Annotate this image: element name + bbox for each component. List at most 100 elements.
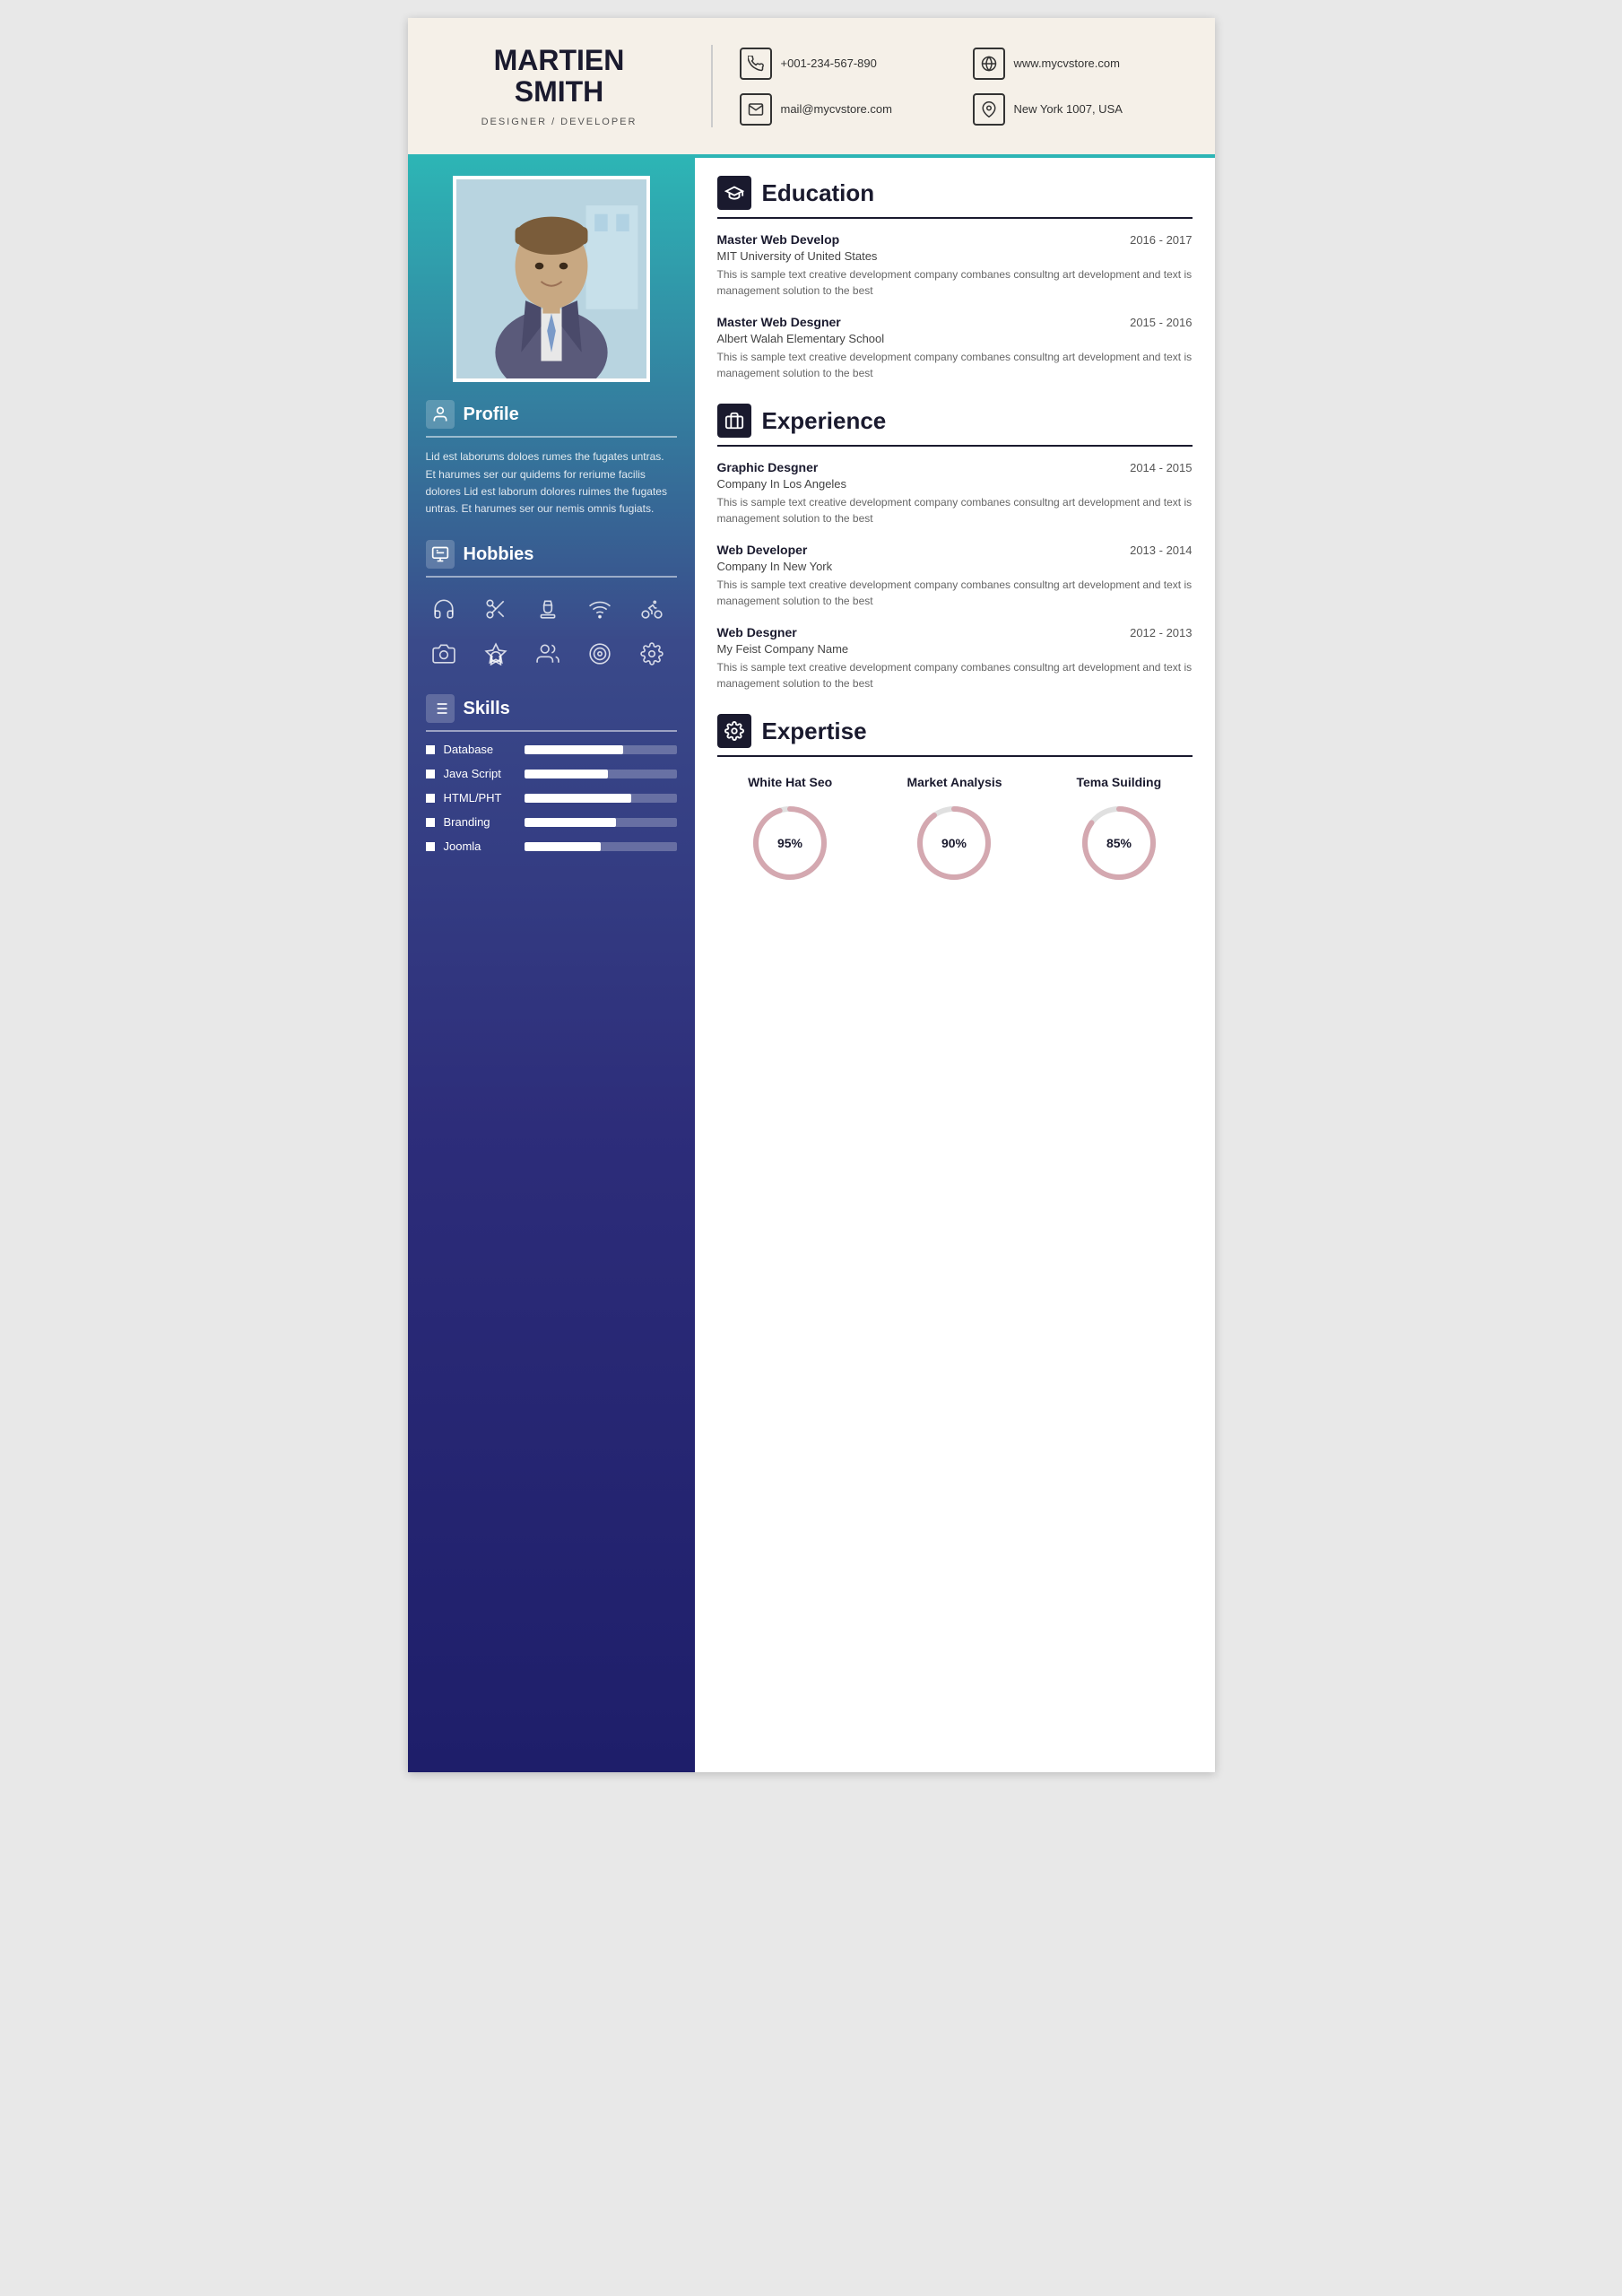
entry-desc: This is sample text creative development… [717, 577, 1193, 609]
skill-bar-fill [525, 770, 609, 778]
expertise-grid: White Hat Seo 95% Market Analysis 90% Te… [717, 775, 1193, 883]
profile-photo [453, 176, 650, 382]
expertise-label: White Hat Seo [717, 775, 863, 789]
skill-bar-fill [525, 794, 631, 803]
entry-subtitle: My Feist Company Name [717, 642, 1193, 656]
entry-desc: This is sample text creative development… [717, 494, 1193, 526]
expertise-item: Tema Suilding 85% [1045, 775, 1192, 883]
candidate-name: MARTIEN SMITH [426, 45, 693, 108]
skills-section-header: Skills [426, 694, 677, 732]
expertise-circle: 85% [1079, 803, 1159, 883]
skill-bar [525, 745, 677, 754]
experience-section: Experience Graphic Desgner 2014 - 2015 C… [717, 404, 1193, 691]
experience-entries: Graphic Desgner 2014 - 2015 Company In L… [717, 460, 1193, 691]
expertise-item: White Hat Seo 95% [717, 775, 863, 883]
email-text: mail@mycvstore.com [781, 102, 892, 116]
skill-item: Joomla [426, 839, 677, 853]
skill-item: Java Script [426, 767, 677, 780]
skill-bar [525, 842, 677, 851]
hobby-radio [582, 591, 618, 627]
header-left: MARTIEN SMITH DESIGNER / DEVELOPER [426, 45, 713, 127]
location-text: New York 1007, USA [1014, 102, 1123, 116]
contact-email: mail@mycvstore.com [740, 93, 955, 126]
hobbies-section: Hobbies [426, 540, 677, 672]
entry-date: 2016 - 2017 [1130, 233, 1192, 247]
hobby-gear [634, 636, 670, 672]
expertise-label: Tema Suilding [1045, 775, 1192, 789]
entry-row: Master Web Develop 2016 - 2017 [717, 232, 1193, 247]
phone-text: +001-234-567-890 [781, 57, 877, 70]
skills-section: Skills Database Java Script HTML/PHT Bra… [426, 694, 677, 853]
entry-date: 2013 - 2014 [1130, 544, 1192, 557]
hobby-cycling [634, 591, 670, 627]
education-title: Education [762, 179, 875, 207]
hobbies-icon [426, 540, 455, 569]
experience-entry: Graphic Desgner 2014 - 2015 Company In L… [717, 460, 1193, 526]
hobby-target [582, 636, 618, 672]
skills-icon [426, 694, 455, 723]
skill-name: Java Script [444, 767, 516, 780]
skill-bar [525, 794, 677, 803]
svg-text:85%: 85% [1106, 836, 1132, 850]
expertise-header: Expertise [717, 714, 1193, 757]
entry-row: Web Desgner 2012 - 2013 [717, 625, 1193, 639]
education-entry: Master Web Desgner 2015 - 2016 Albert Wa… [717, 315, 1193, 381]
entry-subtitle: Company In Los Angeles [717, 477, 1193, 491]
location-icon [973, 93, 1005, 126]
contact-website: www.mycvstore.com [973, 48, 1188, 80]
entry-title: Graphic Desgner [717, 460, 819, 474]
main-content: Education Master Web Develop 2016 - 2017… [695, 158, 1215, 1772]
skill-bar-fill [525, 745, 624, 754]
expertise-circle: 95% [750, 803, 830, 883]
expertise-item: Market Analysis 90% [881, 775, 1028, 883]
experience-entry: Web Desgner 2012 - 2013 My Feist Company… [717, 625, 1193, 691]
entry-subtitle: MIT University of United States [717, 249, 1193, 263]
skill-bar [525, 770, 677, 778]
website-icon [973, 48, 1005, 80]
education-icon [717, 176, 751, 210]
header: MARTIEN SMITH DESIGNER / DEVELOPER +001-… [408, 18, 1215, 158]
body: Profile Lid est laborums doloes rumes th… [408, 158, 1215, 1772]
hobby-scissors [478, 591, 514, 627]
education-section: Education Master Web Develop 2016 - 2017… [717, 176, 1193, 381]
header-contacts: +001-234-567-890 www.mycvstore.com [713, 48, 1188, 126]
expertise-circle: 90% [914, 803, 994, 883]
website-text: www.mycvstore.com [1014, 57, 1120, 70]
entry-title: Web Desgner [717, 625, 797, 639]
entry-desc: This is sample text creative development… [717, 349, 1193, 381]
entry-subtitle: Albert Walah Elementary School [717, 332, 1193, 345]
hobby-group [530, 636, 566, 672]
profile-text: Lid est laborums doloes rumes the fugate… [426, 448, 677, 517]
skill-name: Branding [444, 815, 516, 829]
education-entry: Master Web Develop 2016 - 2017 MIT Unive… [717, 232, 1193, 299]
contact-phone: +001-234-567-890 [740, 48, 955, 80]
expertise-title: Expertise [762, 718, 867, 745]
expertise-section: Expertise White Hat Seo 95% Market Analy… [717, 714, 1193, 883]
skill-name: Joomla [444, 839, 516, 853]
entry-subtitle: Company In New York [717, 560, 1193, 573]
entry-row: Master Web Desgner 2015 - 2016 [717, 315, 1193, 329]
svg-text:90%: 90% [941, 836, 967, 850]
email-icon [740, 93, 772, 126]
hobby-chess [530, 591, 566, 627]
entry-desc: This is sample text creative development… [717, 659, 1193, 691]
profile-section-title: Profile [464, 404, 519, 425]
svg-text:95%: 95% [777, 836, 803, 850]
hobby-camera [426, 636, 462, 672]
entry-desc: This is sample text creative development… [717, 266, 1193, 299]
skill-bullet [426, 794, 435, 803]
entry-title: Master Web Desgner [717, 315, 841, 329]
hobbies-section-header: Hobbies [426, 540, 677, 578]
skill-item: Database [426, 743, 677, 756]
hobbies-icons-grid [426, 591, 677, 672]
skill-bullet [426, 842, 435, 851]
skill-item: HTML/PHT [426, 791, 677, 804]
entry-date: 2014 - 2015 [1130, 461, 1192, 474]
experience-entry: Web Developer 2013 - 2014 Company In New… [717, 543, 1193, 609]
experience-icon [717, 404, 751, 438]
education-entries: Master Web Develop 2016 - 2017 MIT Unive… [717, 232, 1193, 381]
hobby-medal [478, 636, 514, 672]
skill-bar-fill [525, 818, 616, 827]
skills-list: Database Java Script HTML/PHT Branding J… [426, 743, 677, 853]
expertise-icon [717, 714, 751, 748]
